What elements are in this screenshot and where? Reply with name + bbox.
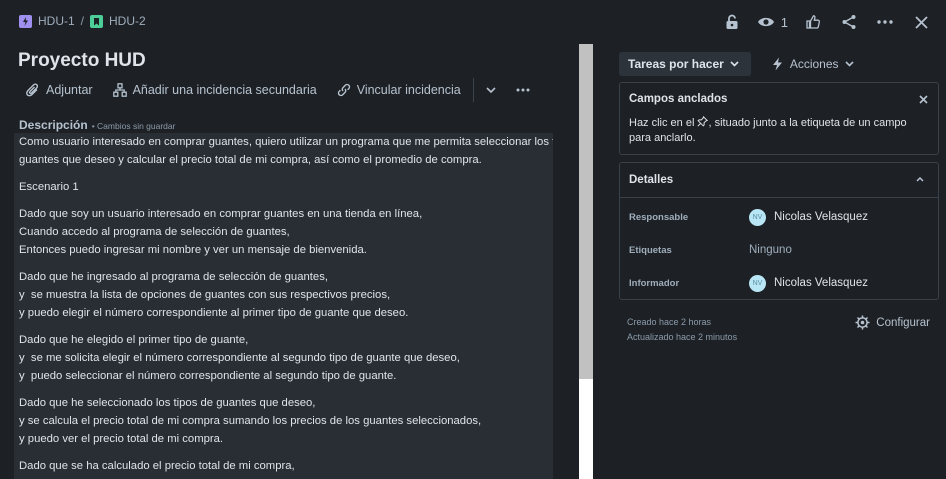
link-issue-button[interactable]: Vincular incidencia: [327, 77, 471, 103]
pinned-text-start: Haz clic en el: [629, 117, 695, 129]
description-paragraph: Dado que he elegido el primer tipo de gu…: [19, 334, 460, 382]
details-row-labels: Etiquetas Ninguno: [629, 239, 929, 261]
chevron-down-icon: [844, 61, 854, 67]
issue-sidebar: Tareas por hacer Acciones Campos anclado…: [593, 44, 946, 479]
share-icon[interactable]: [838, 11, 860, 33]
watch-button[interactable]: 1: [757, 15, 788, 30]
description-paragraph: Escenario 1: [19, 181, 79, 193]
details-row-assignee: Responsable NV Nicolas Velasquez: [629, 206, 929, 228]
eye-icon: [757, 17, 774, 27]
details-header[interactable]: Detalles: [620, 163, 938, 198]
breadcrumb-current[interactable]: HDU-2: [90, 14, 146, 28]
paperclip-icon: [26, 83, 39, 96]
description-paragraph: Como usuario interesado en comprar guant…: [19, 136, 553, 166]
issue-title[interactable]: Proyecto HUD: [18, 50, 146, 72]
breadcrumb-parent-label: HDU-1: [38, 14, 75, 28]
description-paragraph: Dado que he ingresado al programa de sel…: [19, 271, 409, 319]
breadcrumb-current-label: HDU-2: [109, 14, 146, 28]
description-paragraph: Dado que he seleccionado los tipos de gu…: [19, 397, 482, 445]
assignee-label: Responsable: [629, 211, 689, 223]
issue-toolbar: Adjuntar Añadir una incidencia secundari…: [18, 77, 540, 103]
labels-value[interactable]: Ninguno: [749, 244, 792, 256]
more-options-icon: [516, 88, 530, 92]
attach-label: Adjuntar: [46, 83, 93, 97]
story-icon: [90, 14, 104, 28]
gear-icon: [855, 315, 870, 330]
details-title: Detalles: [629, 174, 674, 186]
epic-icon: [19, 14, 32, 28]
watch-count: 1: [780, 14, 788, 30]
toolbar-more-button[interactable]: [506, 77, 540, 103]
details-panel: Detalles Responsable NV Nicolas Velasque…: [619, 162, 939, 300]
configure-button[interactable]: Configurar: [855, 315, 930, 330]
status-row: Tareas por hacer Acciones: [619, 52, 864, 76]
pinned-fields-text: Haz clic en el , situado junto a la etiq…: [629, 115, 919, 146]
issue-main: Proyecto HUD Adjuntar Añadir una inciden…: [0, 44, 593, 479]
chevron-up-icon: [916, 173, 924, 185]
description-paragraph: Dado que se ha calculado el precio total…: [19, 460, 295, 472]
more-options-icon[interactable]: [874, 11, 896, 33]
breadcrumb-parent[interactable]: HDU-1: [19, 14, 75, 28]
assignee-name: Nicolas Velasquez: [774, 211, 868, 223]
hierarchy-icon: [112, 83, 127, 97]
lock-icon[interactable]: [721, 11, 743, 33]
breadcrumb-separator: /: [80, 14, 85, 28]
description-label: Descripción: [19, 118, 88, 132]
like-icon[interactable]: [802, 11, 824, 33]
issue-timestamps: Creado hace 2 horas Actualizado hace 2 m…: [627, 315, 737, 345]
chevron-down-icon: [730, 61, 739, 67]
link-issue-label: Vincular incidencia: [356, 83, 461, 97]
details-row-reporter: Informador NV Nicolas Velasquez: [629, 272, 929, 294]
pinned-fields-title: Campos anclados: [629, 93, 728, 105]
actions-button[interactable]: Acciones: [761, 52, 864, 76]
updated-timestamp: Actualizado hace 2 minutos: [627, 332, 738, 342]
avatar: NV: [749, 274, 766, 292]
description-heading: Descripción • Cambios sin guardar: [19, 118, 175, 132]
breadcrumb: HDU-1 / HDU-2: [19, 14, 146, 28]
scrollbar-thumb[interactable]: [579, 44, 593, 379]
labels-label: Etiquetas: [629, 244, 672, 256]
link-icon: [337, 83, 350, 97]
actions-label: Acciones: [789, 57, 839, 71]
reporter-name: Nicolas Velasquez: [774, 277, 868, 289]
toolbar-dropdown-button[interactable]: [476, 77, 506, 103]
unsaved-changes-note: • Cambios sin guardar: [91, 121, 176, 131]
header-actions: 1: [721, 11, 932, 33]
add-child-issue-label: Añadir una incidencia secundaria: [132, 83, 317, 97]
assignee-value[interactable]: NV Nicolas Velasquez: [749, 208, 868, 226]
avatar: NV: [749, 208, 766, 226]
add-child-issue-button[interactable]: Añadir una incidencia secundaria: [103, 77, 327, 103]
status-button[interactable]: Tareas por hacer: [619, 52, 751, 76]
pin-icon: [697, 115, 709, 129]
close-icon[interactable]: [919, 92, 928, 107]
reporter-label: Informador: [629, 277, 680, 289]
chevron-down-icon: [486, 87, 496, 93]
description-paragraph: Dado que soy un usuario interesado en co…: [19, 208, 423, 256]
toolbar-divider: [472, 78, 474, 102]
attach-button[interactable]: Adjuntar: [18, 77, 103, 103]
top-bar: HDU-1 / HDU-2 1: [0, 0, 946, 44]
reporter-value[interactable]: NV Nicolas Velasquez: [749, 274, 868, 292]
status-label: Tareas por hacer: [628, 57, 724, 71]
created-timestamp: Creado hace 2 horas: [627, 317, 712, 327]
description-editor[interactable]: Como usuario interesado en comprar guant…: [14, 133, 553, 479]
configure-label: Configurar: [876, 316, 930, 329]
pinned-fields-panel: Campos anclados Haz clic en el , situado…: [619, 82, 939, 155]
lightning-icon: [772, 57, 782, 71]
close-icon[interactable]: [910, 11, 932, 33]
